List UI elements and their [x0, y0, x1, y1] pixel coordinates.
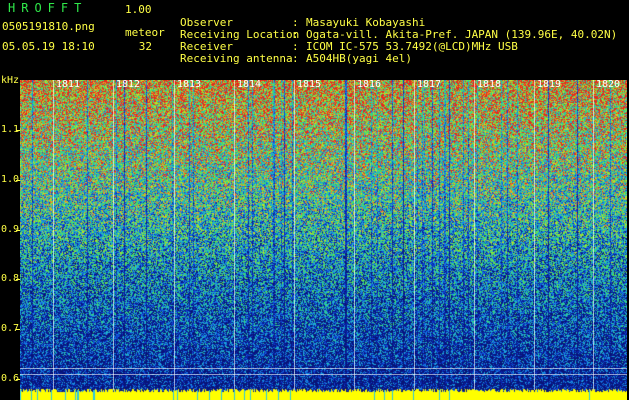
- x-tick-label: 1820: [596, 79, 621, 90]
- capture-datetime: 05.05.19 18:10: [2, 40, 95, 53]
- x-tick-label: 1812: [116, 79, 141, 90]
- x-tick-label: 1815: [297, 79, 322, 90]
- x-tick-label: 1816: [357, 79, 382, 90]
- info-row-antenna: Receiving antenna: A504HB(yagi 4el): [180, 52, 412, 65]
- meteor-count: 32: [138, 40, 152, 53]
- meteor-label: meteor: [125, 26, 165, 39]
- info-key: Receiving antenna: [180, 52, 293, 65]
- app-brand: HROFFT: [8, 1, 88, 15]
- spectrogram-plot: [20, 80, 627, 400]
- x-tick-label: 1818: [477, 79, 502, 90]
- info-value: A504HB(yagi 4el): [306, 52, 412, 65]
- x-tick-label: 1819: [537, 79, 562, 90]
- x-tick-label: 1814: [237, 79, 262, 90]
- spectrogram-image: [20, 80, 627, 400]
- file-name: 0505191810.png: [2, 20, 95, 33]
- reference-line: [20, 368, 627, 369]
- y-axis-unit: kHz: [1, 75, 20, 86]
- x-tick-label: 1813: [177, 79, 202, 90]
- reference-line: [20, 374, 627, 375]
- x-tick-label: 1811: [56, 79, 81, 90]
- x-tick-label: 1817: [417, 79, 442, 90]
- app-version: 1.00: [125, 3, 152, 16]
